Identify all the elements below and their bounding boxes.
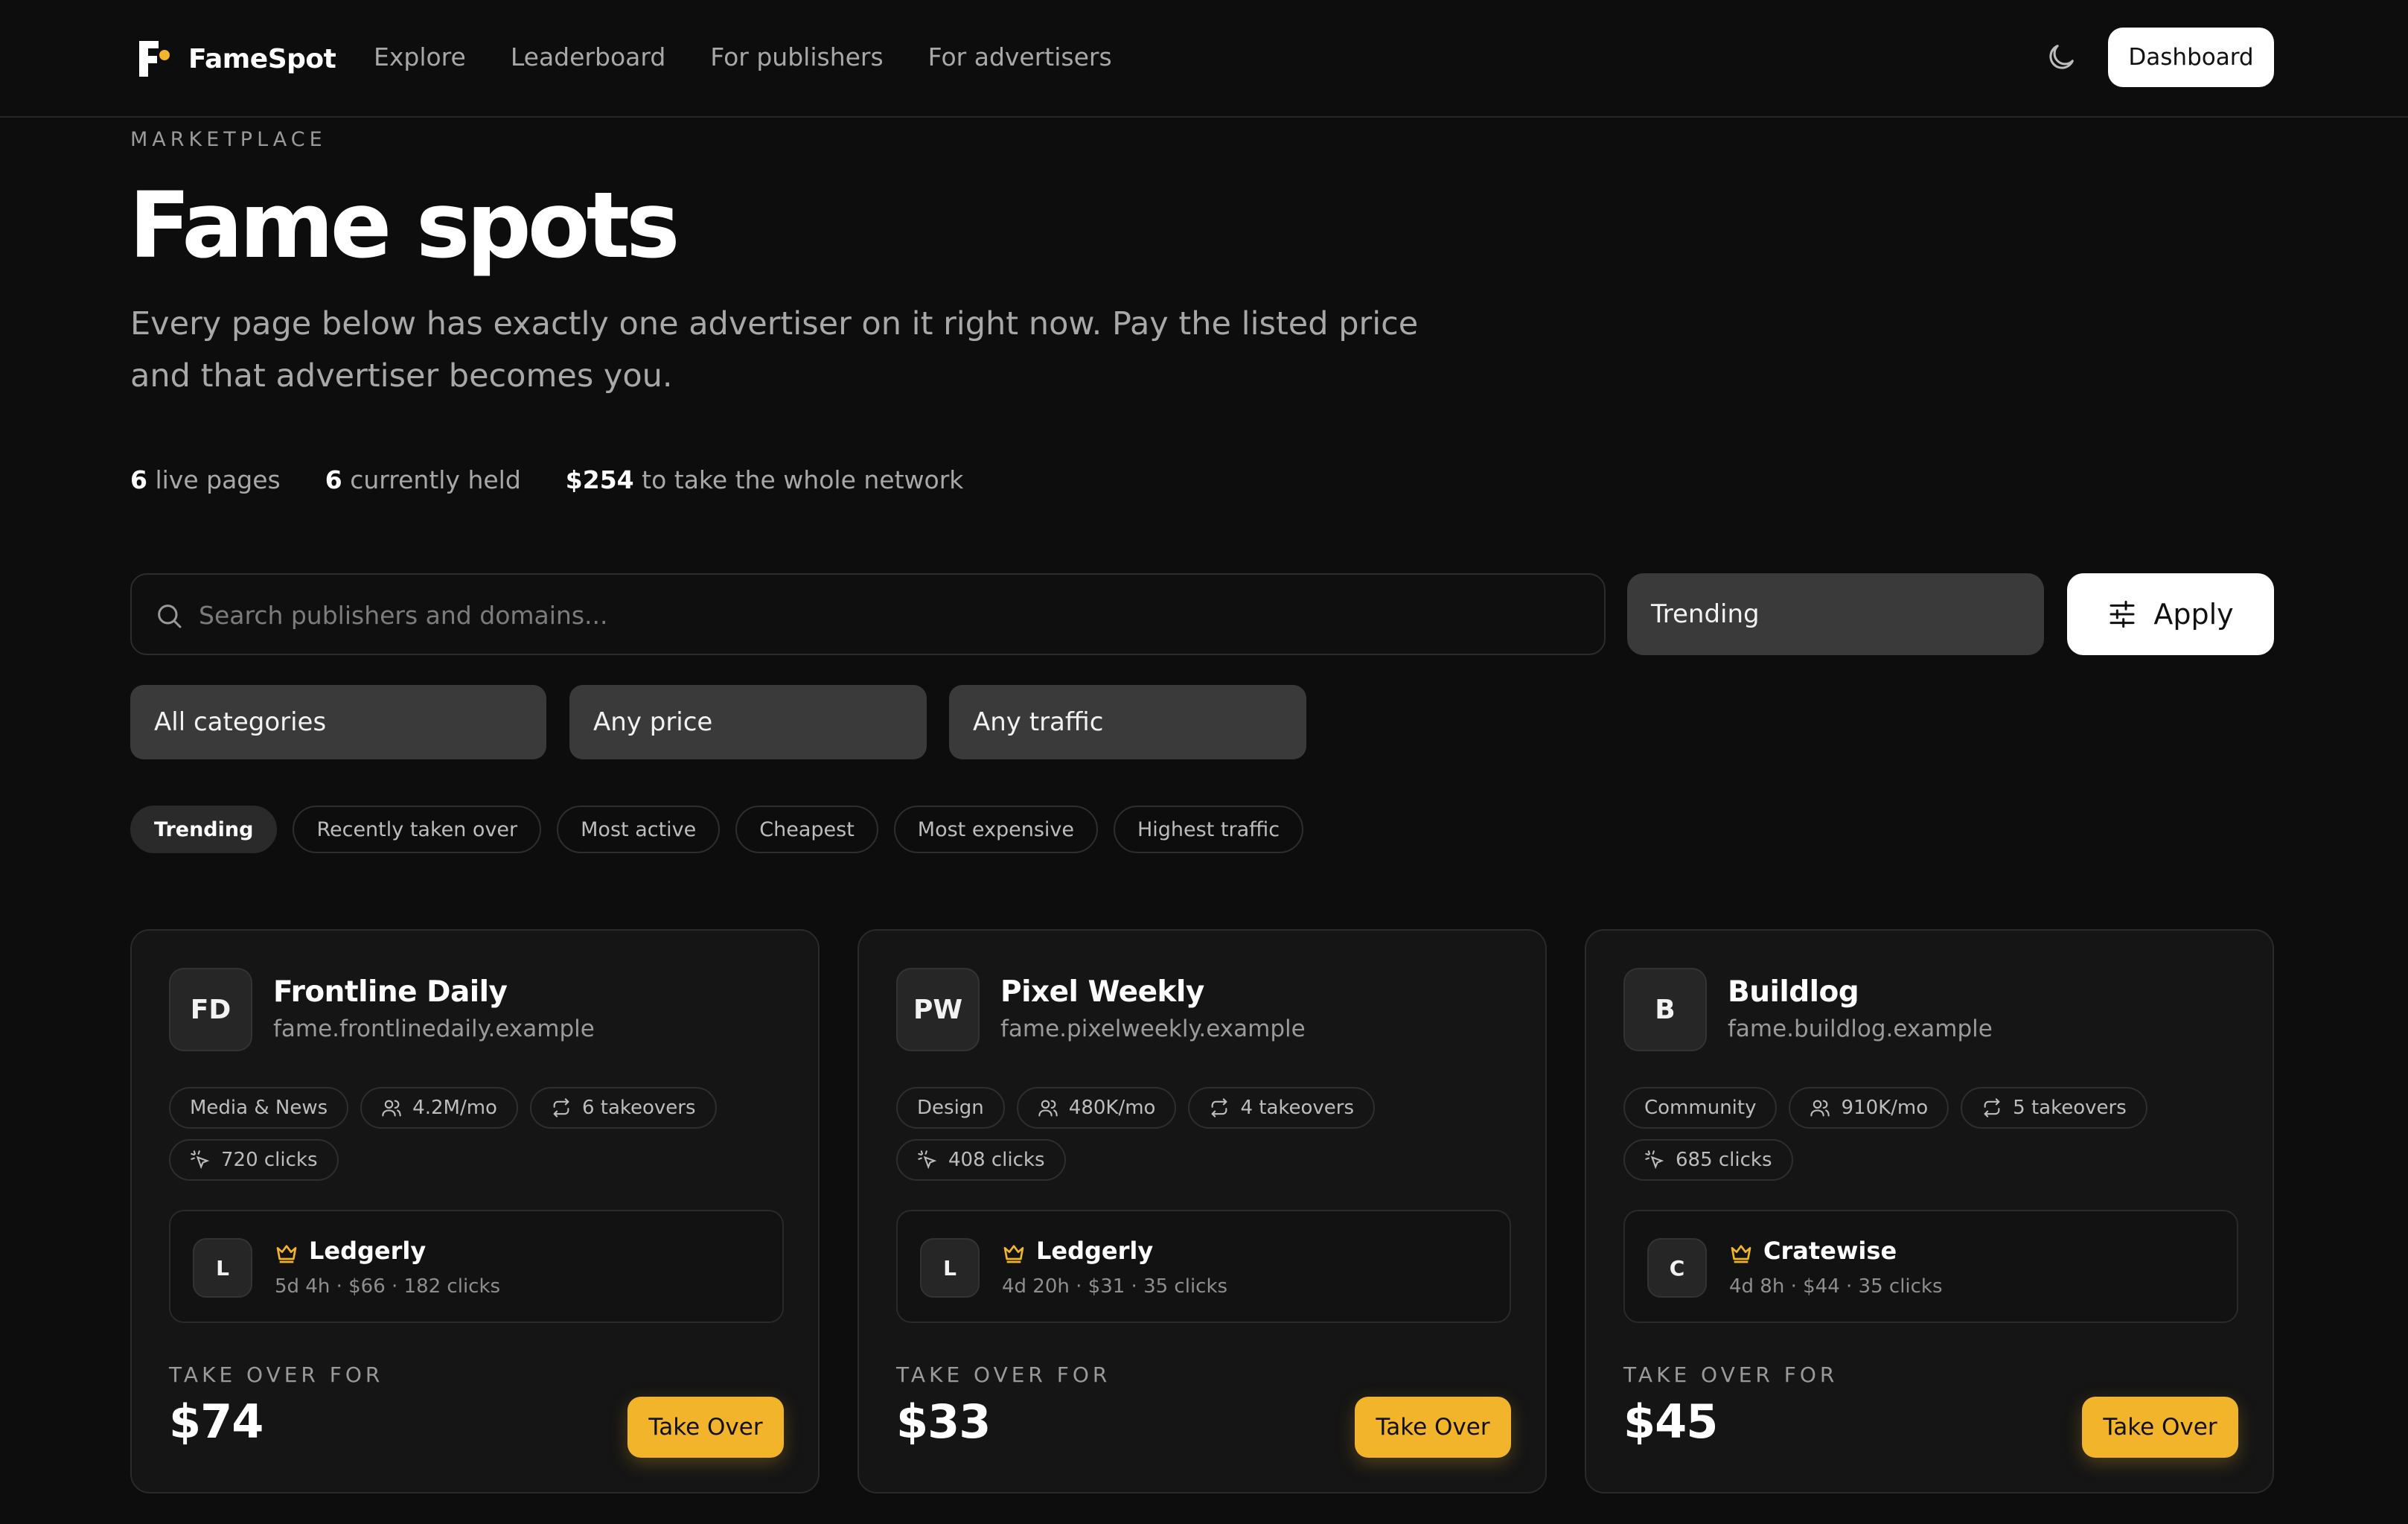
publisher-card: B Buildlog fame.buildlog.example Communi…	[1585, 929, 2274, 1493]
nav-link-leaderboard[interactable]: Leaderboard	[511, 39, 665, 76]
current-holder: L Ledgerly 5d 4h · $66 · 182 clicks	[169, 1210, 784, 1323]
take-over-label: TAKE OVER FOR	[1623, 1362, 1839, 1387]
publisher-card: FD Frontline Daily fame.frontlinedaily.e…	[130, 929, 820, 1493]
users-icon	[1038, 1100, 1058, 1117]
clicks-chip: 720 clicks	[169, 1139, 339, 1181]
search-box	[130, 573, 1606, 655]
holder-name: Ledgerly	[309, 1237, 427, 1265]
page-title: Fame spots	[129, 173, 680, 278]
nav-link-for-publishers[interactable]: For publishers	[710, 39, 883, 76]
brand-name: FameSpot	[188, 43, 336, 74]
takeovers-chip: 6 takeovers	[529, 1087, 717, 1129]
holder-meta: 5d 4h · $66 · 182 clicks	[275, 1275, 501, 1298]
takeovers-chip: 4 takeovers	[1188, 1087, 1376, 1129]
pill-highest-traffic[interactable]: Highest traffic	[1113, 806, 1304, 853]
nav-link-explore[interactable]: Explore	[374, 39, 466, 76]
crown-icon	[275, 1241, 298, 1265]
dashboard-button[interactable]: Dashboard	[2108, 28, 2274, 87]
nav-link-for-advertisers[interactable]: For advertisers	[928, 39, 1112, 76]
nav-links: Explore Leaderboard For publishers For a…	[374, 39, 1157, 76]
holder-meta: 4d 20h · $31 · 35 clicks	[1002, 1275, 1228, 1298]
pill-most-expensive[interactable]: Most expensive	[893, 806, 1098, 853]
holder-name: Cratewise	[1763, 1237, 1897, 1265]
brand-logo[interactable]: FameSpot	[136, 38, 336, 80]
click-icon	[918, 1150, 937, 1170]
network-stats: 6 live pages 6 currently held $254 to ta…	[130, 462, 1008, 499]
publisher-avatar: FD	[169, 968, 252, 1051]
publisher-domain: fame.pixelweekly.example	[1000, 1016, 1306, 1042]
click-icon	[191, 1150, 210, 1170]
clicks-chip: 685 clicks	[1623, 1139, 1793, 1181]
top-navigation: FameSpot Explore Leaderboard For publish…	[0, 0, 2408, 118]
traffic-chip: 910K/mo	[1789, 1087, 1949, 1129]
search-input[interactable]	[199, 590, 1583, 640]
traffic-chip: 480K/mo	[1016, 1087, 1177, 1129]
takeover-price: $33	[896, 1394, 991, 1449]
holder-meta: 4d 8h · $44 · 35 clicks	[1729, 1275, 1943, 1298]
stat-network-price: $254 to take the whole network	[565, 465, 964, 494]
current-holder: C Cratewise 4d 8h · $44 · 35 clicks	[1623, 1210, 2238, 1323]
category-filter[interactable]: All categories	[130, 685, 546, 759]
publisher-name[interactable]: Pixel Weekly	[1000, 975, 1204, 1009]
holder-avatar: C	[1647, 1238, 1707, 1298]
price-filter[interactable]: Any price	[569, 685, 927, 759]
stat-currently-held: 6 currently held	[325, 465, 521, 494]
take-over-button[interactable]: Take Over	[627, 1397, 784, 1458]
take-over-label: TAKE OVER FOR	[896, 1362, 1111, 1387]
publisher-name[interactable]: Buildlog	[1728, 975, 1859, 1009]
clicks-chip: 408 clicks	[896, 1139, 1066, 1181]
crown-icon	[1729, 1241, 1753, 1265]
pill-recently-taken-over[interactable]: Recently taken over	[293, 806, 542, 853]
apply-label: Apply	[2153, 598, 2234, 631]
click-icon	[1645, 1150, 1664, 1170]
publisher-avatar: B	[1623, 968, 1707, 1051]
pill-most-active[interactable]: Most active	[557, 806, 721, 853]
takeovers-chip: 5 takeovers	[1961, 1087, 2147, 1129]
pill-trending[interactable]: Trending	[130, 806, 278, 853]
publisher-card: PW Pixel Weekly fame.pixelweekly.example…	[858, 929, 1547, 1493]
users-icon	[1810, 1100, 1830, 1117]
sort-pills: Trending Recently taken over Most active…	[130, 806, 1319, 853]
famespot-logo-icon	[136, 38, 170, 80]
page-description: Every page below has exactly one adverti…	[130, 305, 1419, 395]
category-chip: Community	[1623, 1087, 1778, 1129]
publisher-chips: Media & News 4.2M/mo 6 takeovers 720 cli…	[169, 1087, 794, 1191]
traffic-chip: 4.2M/mo	[360, 1087, 518, 1129]
publisher-domain: fame.frontlinedaily.example	[273, 1016, 595, 1042]
crown-icon	[1002, 1241, 1026, 1265]
apply-button[interactable]: Apply	[2067, 573, 2274, 655]
repeat-icon	[1212, 1098, 1227, 1118]
holder-avatar: L	[920, 1238, 980, 1298]
repeat-icon	[1984, 1098, 2000, 1118]
moon-icon[interactable]	[2044, 40, 2078, 74]
sort-select[interactable]: Trending	[1627, 573, 2044, 655]
holder-avatar: L	[193, 1238, 252, 1298]
takeover-price: $74	[169, 1394, 264, 1449]
users-icon	[382, 1100, 401, 1117]
stat-live-pages: 6 live pages	[130, 465, 281, 494]
take-over-label: TAKE OVER FOR	[169, 1362, 384, 1387]
publisher-avatar: PW	[896, 968, 980, 1051]
publisher-name[interactable]: Frontline Daily	[273, 975, 508, 1009]
publisher-chips: Community 910K/mo 5 takeovers 685 clicks	[1623, 1087, 2249, 1191]
publisher-domain: fame.buildlog.example	[1728, 1016, 1993, 1042]
pill-cheapest[interactable]: Cheapest	[735, 806, 878, 853]
sliders-icon	[2110, 600, 2135, 628]
current-holder: L Ledgerly 4d 20h · $31 · 35 clicks	[896, 1210, 1511, 1323]
page-eyebrow: MARKETPLACE	[130, 128, 327, 151]
search-icon	[154, 601, 184, 631]
repeat-icon	[553, 1098, 569, 1118]
category-chip: Media & News	[169, 1087, 349, 1129]
category-chip: Design	[896, 1087, 1005, 1129]
take-over-button[interactable]: Take Over	[1355, 1397, 1511, 1458]
publisher-chips: Design 480K/mo 4 takeovers 408 clicks	[896, 1087, 1521, 1191]
take-over-button[interactable]: Take Over	[2082, 1397, 2238, 1458]
traffic-filter[interactable]: Any traffic	[949, 685, 1306, 759]
takeover-price: $45	[1623, 1394, 1718, 1449]
holder-name: Ledgerly	[1036, 1237, 1154, 1265]
